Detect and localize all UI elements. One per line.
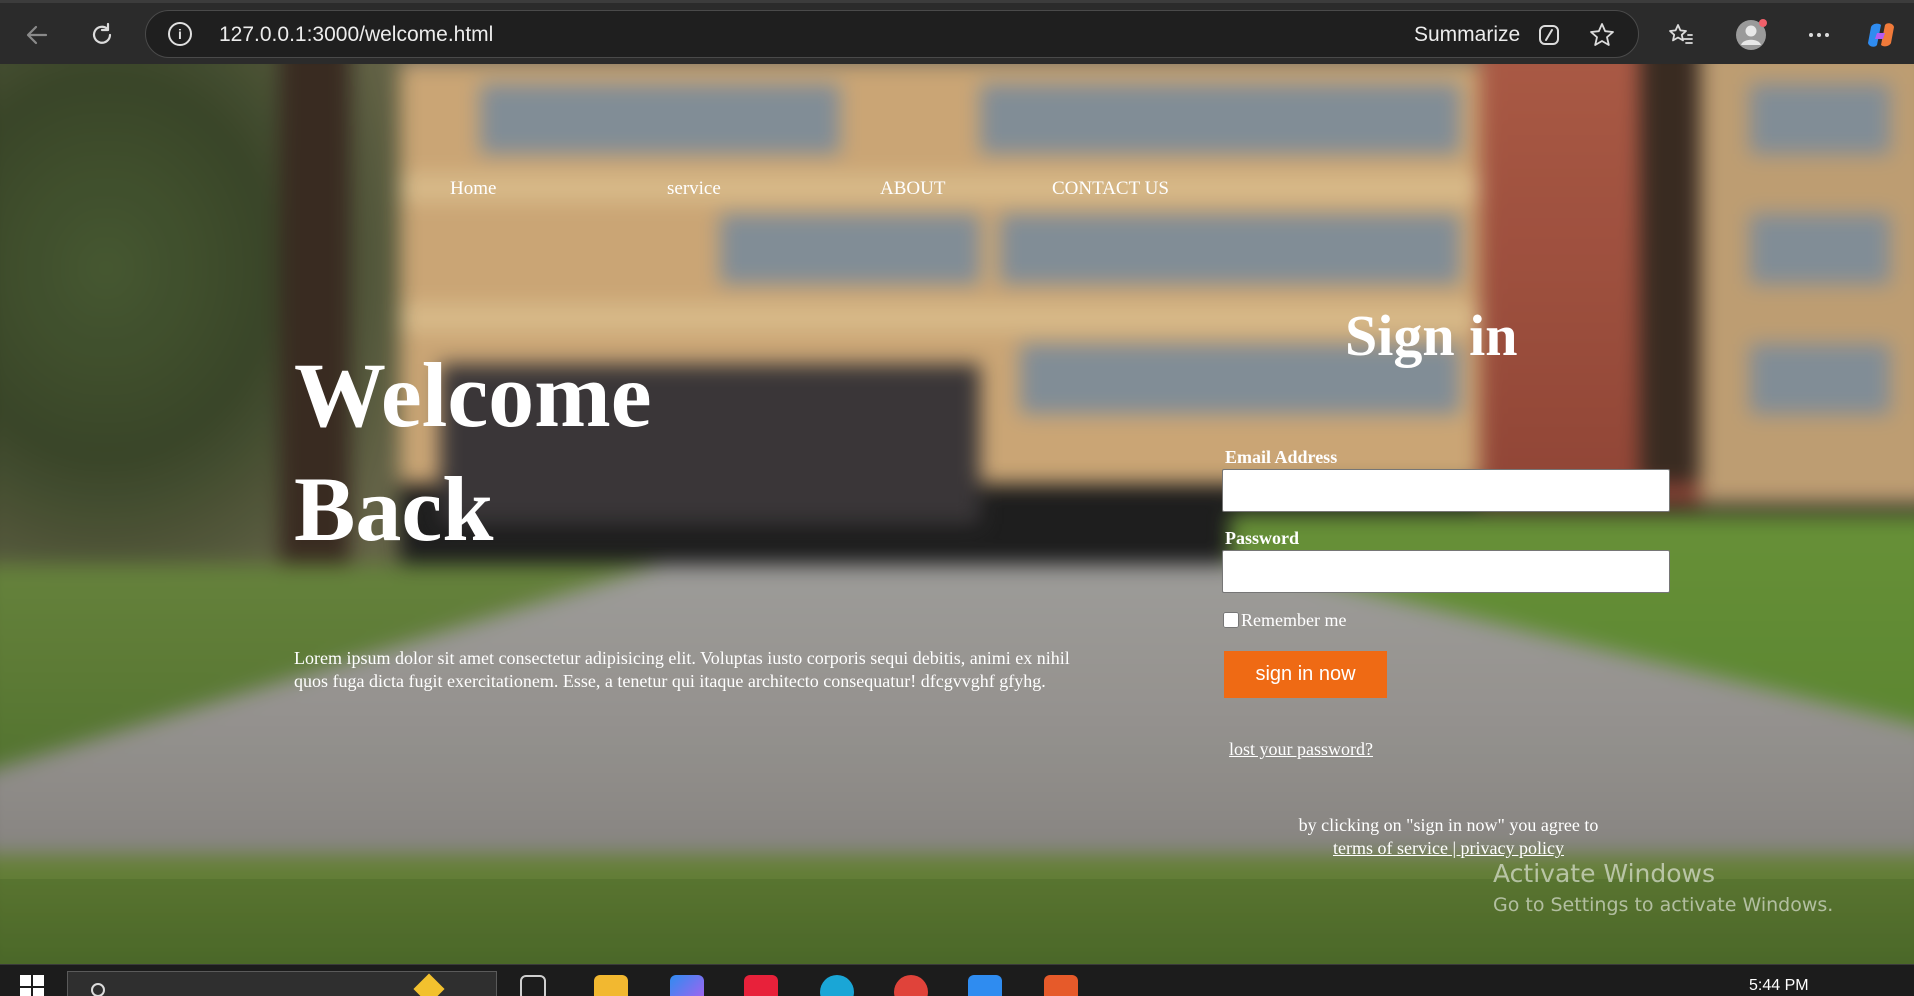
start-icon[interactable] xyxy=(20,975,44,996)
app-orange-icon[interactable] xyxy=(1044,975,1078,996)
remember-me-label: Remember me xyxy=(1241,610,1347,630)
lost-password-link[interactable]: lost your password? xyxy=(1229,738,1373,760)
remember-me-row: Remember me xyxy=(1223,609,1346,631)
search-highlight-icon xyxy=(413,973,445,996)
hero-title: Welcome Back xyxy=(294,338,652,566)
password-field[interactable] xyxy=(1222,550,1670,593)
terms-of-service-link[interactable]: terms of service xyxy=(1333,838,1448,858)
taskbar-search[interactable] xyxy=(67,971,497,996)
microsoft-365-icon[interactable] xyxy=(670,975,704,996)
nav-home[interactable]: Home xyxy=(450,177,496,201)
search-icon xyxy=(91,983,105,996)
agreement-text: by clicking on "sign in now" you agree t… xyxy=(1182,814,1715,860)
link-separator: | xyxy=(1447,838,1461,858)
hero-title-line1: Welcome xyxy=(294,344,652,446)
screen: i 127.0.0.1:3000/welcome.html Summarize xyxy=(0,0,1914,996)
nav-contact-us[interactable]: CONTACT US xyxy=(1052,177,1169,201)
app-red-icon[interactable] xyxy=(744,975,778,996)
taskbar: 5:44 PM xyxy=(0,964,1914,996)
email-label: Email Address xyxy=(1225,447,1338,467)
file-explorer-icon[interactable] xyxy=(594,975,628,996)
edge-icon[interactable] xyxy=(820,975,854,996)
agreement-sentence: by clicking on "sign in now" you agree t… xyxy=(1298,815,1599,835)
vscode-icon[interactable] xyxy=(968,975,1002,996)
watermark-title: Activate Windows xyxy=(1493,859,1715,888)
hero-description: Lorem ipsum dolor sit amet consectetur a… xyxy=(294,648,1070,691)
privacy-policy-link[interactable]: privacy policy xyxy=(1461,838,1564,858)
taskbar-clock[interactable]: 5:44 PM xyxy=(1749,977,1809,995)
email-field[interactable] xyxy=(1222,469,1670,512)
password-label: Password xyxy=(1225,528,1300,548)
hero-title-line2: Back xyxy=(294,458,494,560)
activate-windows-watermark: Activate Windows Go to Settings to activ… xyxy=(1493,858,1833,920)
task-view-icon[interactable] xyxy=(520,975,546,996)
watermark-subtitle: Go to Settings to activate Windows. xyxy=(1493,894,1834,916)
chrome-icon[interactable] xyxy=(894,975,928,996)
sign-in-button[interactable]: sign in now xyxy=(1224,651,1387,698)
nav-service[interactable]: service xyxy=(667,177,721,201)
signin-title: Sign in xyxy=(1345,303,1518,368)
remember-me-checkbox[interactable] xyxy=(1223,612,1239,628)
nav-about[interactable]: ABOUT xyxy=(880,177,945,201)
